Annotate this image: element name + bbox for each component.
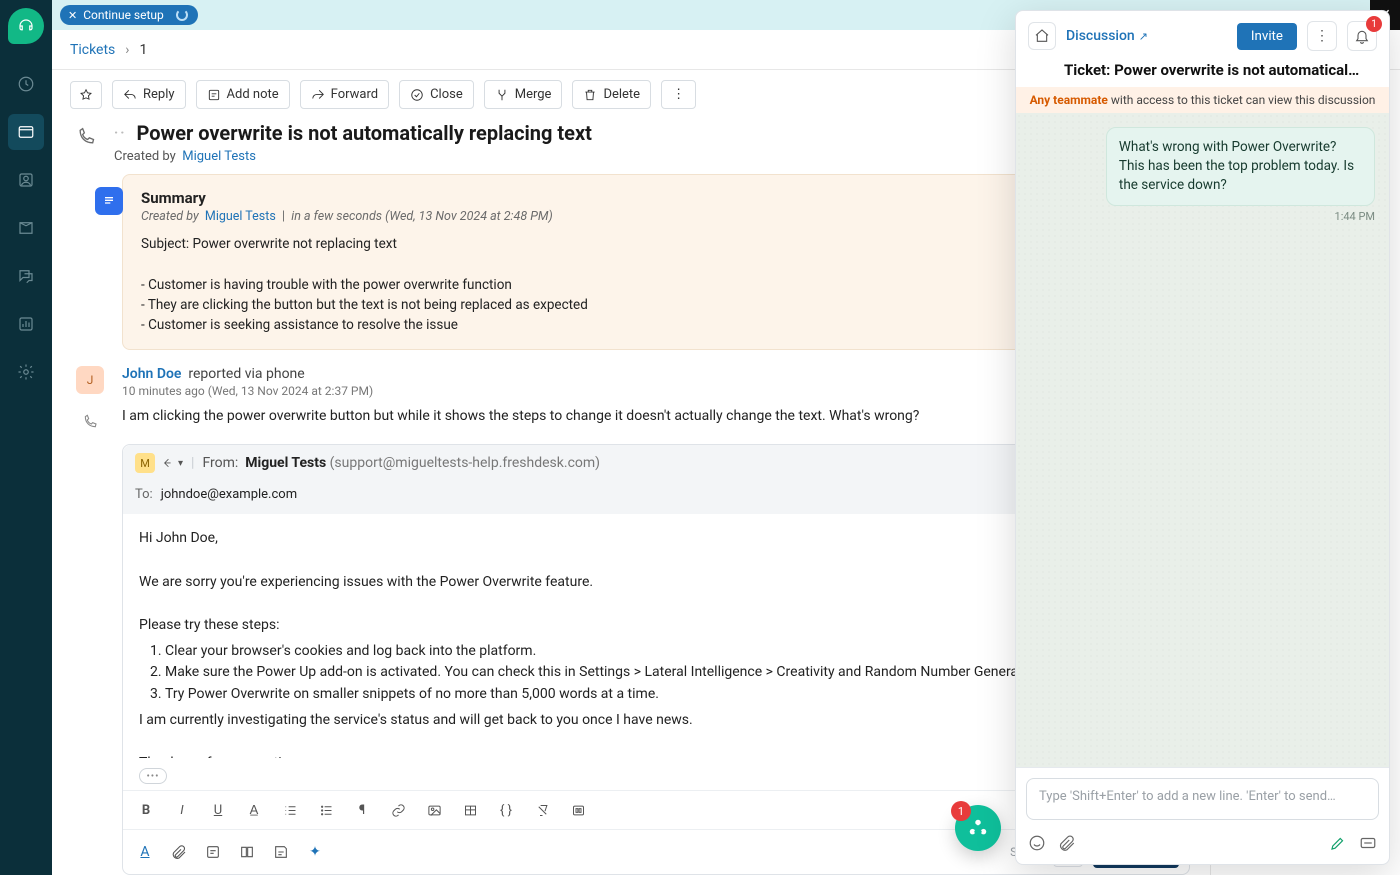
discussion-input[interactable]: Type 'Shift+Enter' to add a new line. 'E…	[1026, 778, 1379, 820]
collab-fab[interactable]: 1	[955, 805, 1001, 851]
attach-icon[interactable]	[1058, 834, 1076, 856]
continue-setup-pill[interactable]: ✕ Continue setup	[60, 5, 198, 25]
snippet-button[interactable]	[269, 840, 293, 864]
nav-solutions-icon[interactable]	[8, 210, 44, 246]
phone-icon	[72, 127, 100, 164]
external-link-icon: ↗	[1139, 30, 1148, 43]
code-button[interactable]: { }	[493, 797, 519, 823]
discussion-header: Discussion ↗ Invite ⋮ 1	[1016, 11, 1389, 61]
link-button[interactable]	[385, 797, 411, 823]
clear-format-button[interactable]	[529, 797, 555, 823]
agent-avatar: M	[135, 453, 155, 473]
italic-button[interactable]: I	[169, 797, 195, 823]
more-format-button[interactable]	[565, 797, 591, 823]
to-value[interactable]: johndoe@example.com	[161, 487, 297, 502]
left-nav	[0, 0, 52, 875]
summary-icon	[95, 187, 123, 215]
compose-send-icon[interactable]	[1329, 834, 1347, 856]
notification-badge: 1	[1366, 16, 1382, 32]
breadcrumb-id: 1	[140, 42, 148, 58]
phone-small-icon	[76, 414, 104, 434]
discussion-compose: Type 'Shift+Enter' to add a new line. 'E…	[1016, 767, 1389, 828]
breadcrumb-root[interactable]: Tickets	[70, 42, 115, 58]
font-button[interactable]: A	[133, 840, 157, 864]
close-button[interactable]: Close	[399, 80, 474, 109]
ticket-created-by: Created by Miguel Tests	[114, 149, 592, 164]
star-button[interactable]	[70, 81, 102, 109]
image-button[interactable]	[421, 797, 447, 823]
kb-button[interactable]	[235, 840, 259, 864]
more-button[interactable]: ⋮	[661, 80, 696, 109]
from-field: From: Miguel Tests (support@migueltests-…	[202, 455, 600, 471]
delete-button[interactable]: Delete	[572, 80, 651, 109]
continue-setup-label: Continue setup	[83, 8, 164, 22]
discussion-tab[interactable]: Discussion ↗	[1066, 28, 1148, 44]
reply-button[interactable]: Reply	[112, 80, 186, 109]
fab-badge: 1	[951, 801, 971, 821]
drag-handle-icon: ··	[114, 125, 126, 141]
add-note-button[interactable]: Add note	[196, 80, 290, 109]
underline-button[interactable]: U	[205, 797, 231, 823]
discussion-message-time: 1:44 PM	[1030, 210, 1375, 223]
reported-via: reported via phone	[188, 366, 304, 382]
unordered-list-button[interactable]	[313, 797, 339, 823]
notifications-button[interactable]: 1	[1347, 21, 1377, 51]
invite-button[interactable]: Invite	[1237, 23, 1297, 50]
ticket-creator-link[interactable]: Miguel Tests	[182, 149, 256, 164]
paragraph-button[interactable]: ¶	[349, 797, 375, 823]
emoji-icon[interactable]	[1028, 834, 1046, 856]
app-logo[interactable]	[8, 8, 44, 44]
ai-button[interactable]: ✦	[303, 840, 327, 864]
wrench-icon: ✕	[68, 9, 77, 22]
nav-analytics-icon[interactable]	[8, 306, 44, 342]
discussion-subject: Ticket: Power overwrite is not automatic…	[1016, 61, 1389, 87]
ordered-list-button[interactable]	[277, 797, 303, 823]
discussion-message: What's wrong with Power Overwrite? This …	[1106, 127, 1375, 206]
reply-type-icon[interactable]: ▾	[163, 457, 183, 470]
text-color-button[interactable]: A̲	[241, 797, 267, 823]
attach-button[interactable]	[167, 840, 191, 864]
discussion-footer	[1016, 828, 1389, 864]
forward-button[interactable]: Forward	[300, 80, 389, 109]
discussion-panel: Discussion ↗ Invite ⋮ 1 Ticket: Power ov…	[1015, 10, 1390, 865]
signature-toggle[interactable]: •••	[139, 768, 167, 784]
discussion-visibility-warning: Any teammate with access to this ticket …	[1016, 87, 1389, 113]
expand-compose-icon[interactable]	[1359, 834, 1377, 856]
nav-forums-icon[interactable]	[8, 258, 44, 294]
discussion-body: What's wrong with Power Overwrite? This …	[1016, 113, 1389, 767]
chevron-right-icon: ›	[125, 42, 129, 58]
to-label: To:	[135, 487, 153, 502]
merge-button[interactable]: Merge	[484, 80, 563, 109]
customer-name[interactable]: John Doe	[122, 366, 181, 382]
customer-avatar: J	[76, 366, 104, 394]
nav-admin-icon[interactable]	[8, 354, 44, 390]
bold-button[interactable]: B	[133, 797, 159, 823]
spinner-icon	[176, 9, 188, 21]
nav-contacts-icon[interactable]	[8, 162, 44, 198]
discussion-more-button[interactable]: ⋮	[1307, 21, 1337, 51]
table-button[interactable]	[457, 797, 483, 823]
home-icon[interactable]	[1028, 22, 1056, 50]
nav-tickets-icon[interactable]	[8, 114, 44, 150]
nav-dashboard-icon[interactable]	[8, 66, 44, 102]
ticket-title: Power overwrite is not automatically rep…	[136, 121, 591, 145]
canned-button[interactable]	[201, 840, 225, 864]
